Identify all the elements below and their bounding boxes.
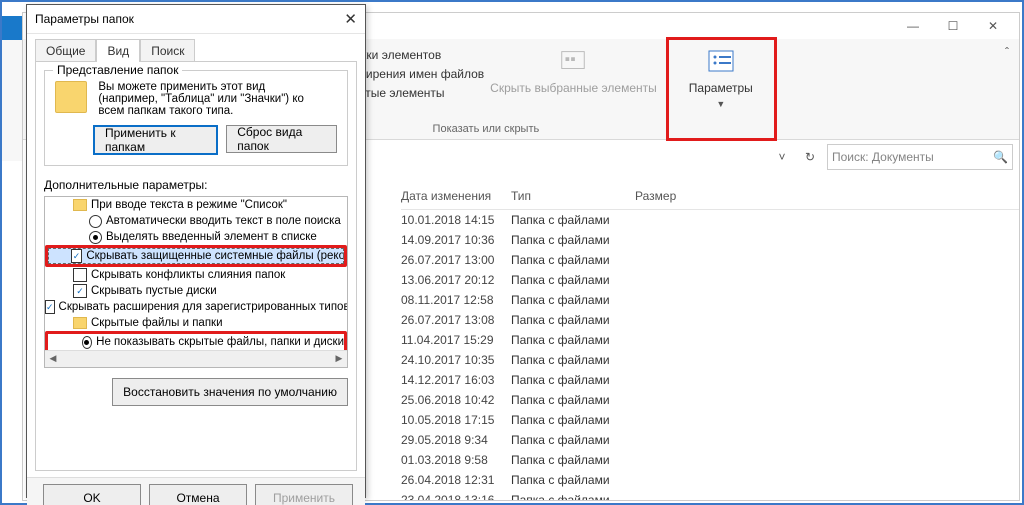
file-list[interactable]: Дата изменения Тип Размер 10.01.2018 14:…: [401, 183, 1019, 500]
apply-to-folders-button[interactable]: Применить к папкам: [93, 125, 218, 155]
table-row[interactable]: 14.09.2017 10:36Папка с файлами: [401, 230, 1019, 250]
advanced-label: Дополнительные параметры:: [44, 178, 348, 192]
ribbon-group-show-hide: Показать или скрыть: [315, 121, 657, 137]
folder-icon: [73, 199, 87, 211]
chevron-down-icon: ▼: [716, 99, 725, 109]
table-row[interactable]: 13.06.2017 20:12Папка с файлами: [401, 270, 1019, 290]
table-row[interactable]: 25.06.2018 10:42Папка с файлами: [401, 390, 1019, 410]
table-row[interactable]: 26.07.2017 13:08Папка с файлами: [401, 310, 1019, 330]
table-row[interactable]: 01.03.2018 9:58Папка с файлами: [401, 450, 1019, 470]
path-dropdown-button[interactable]: ˅: [771, 146, 793, 168]
restore-defaults-button[interactable]: Восстановить значения по умолчанию: [112, 378, 348, 406]
radio-icon[interactable]: [89, 215, 102, 228]
radio-icon[interactable]: [82, 336, 92, 349]
horizontal-scrollbar[interactable]: ◄ ►: [45, 350, 347, 367]
search-placeholder: Поиск: Документы: [832, 150, 993, 164]
table-row[interactable]: 10.01.2018 14:15Папка с файлами: [401, 210, 1019, 230]
maximize-button[interactable]: ☐: [933, 15, 973, 37]
folder-icon: [55, 81, 87, 113]
checkbox-icon[interactable]: ✓: [71, 249, 83, 263]
cancel-button[interactable]: Отмена: [149, 484, 247, 505]
tab-view[interactable]: Вид: [96, 39, 140, 62]
search-input[interactable]: Поиск: Документы 🔍: [827, 144, 1013, 170]
radio-icon[interactable]: [89, 231, 102, 244]
reset-folders-button[interactable]: Сброс вида папок: [226, 125, 337, 153]
folder-icon: [73, 317, 87, 329]
table-row[interactable]: 29.05.2018 9:34Папка с файлами: [401, 430, 1019, 450]
table-row[interactable]: 11.04.2017 15:29Папка с файлами: [401, 330, 1019, 350]
apply-button[interactable]: Применить: [255, 484, 353, 505]
table-row[interactable]: 26.04.2018 12:31Папка с файлами: [401, 470, 1019, 490]
table-row[interactable]: 08.11.2017 12:58Папка с файлами: [401, 290, 1019, 310]
checkbox-icon[interactable]: [73, 268, 87, 282]
minimize-button[interactable]: —: [893, 15, 933, 37]
checkbox-icon[interactable]: ✓: [45, 300, 55, 314]
options-button[interactable]: Параметры ▼: [668, 39, 775, 139]
close-button[interactable]: ✕: [973, 15, 1013, 37]
ok-button[interactable]: OK: [43, 484, 141, 505]
col-date[interactable]: Дата изменения: [401, 189, 511, 203]
table-row[interactable]: 24.10.2017 10:35Папка с файлами: [401, 350, 1019, 370]
tab-search[interactable]: Поиск: [140, 39, 195, 62]
dialog-title: Параметры папок: [35, 12, 134, 26]
window-edge: [2, 16, 23, 161]
table-row[interactable]: 23.04.2018 13:16Папка с файлами: [401, 490, 1019, 500]
table-row[interactable]: 26.07.2017 13:00Папка с файлами: [401, 250, 1019, 270]
folder-views-group: Представление папок Вы можете применить …: [44, 70, 348, 166]
table-row[interactable]: 14.12.2017 16:03Папка с файлами: [401, 370, 1019, 390]
refresh-button[interactable]: ↻: [799, 146, 821, 168]
col-size[interactable]: Размер: [635, 189, 715, 203]
hide-selected-icon: [557, 45, 589, 77]
advanced-settings-tree[interactable]: При вводе текста в режиме "Список" Автом…: [44, 196, 348, 368]
options-icon: [705, 45, 737, 77]
col-type[interactable]: Тип: [511, 189, 635, 203]
checkbox-icon[interactable]: ✓: [73, 284, 87, 298]
group-title: Представление папок: [53, 63, 182, 77]
scroll-left-icon[interactable]: ◄: [45, 352, 61, 366]
search-icon: 🔍: [993, 150, 1008, 164]
group-text: Вы можете применить этот вид (например, …: [98, 81, 326, 117]
ribbon-expand-icon[interactable]: ˆ: [1005, 45, 1009, 59]
scroll-right-icon[interactable]: ►: [331, 352, 347, 366]
folder-options-dialog: Параметры папок ✕ Общие Вид Поиск Предст…: [26, 4, 366, 498]
hide-selected-button[interactable]: Скрыть выбранные элементы: [490, 43, 657, 95]
close-icon[interactable]: ✕: [344, 10, 357, 28]
tab-general[interactable]: Общие: [35, 39, 96, 62]
table-row[interactable]: 10.05.2018 17:15Папка с файлами: [401, 410, 1019, 430]
